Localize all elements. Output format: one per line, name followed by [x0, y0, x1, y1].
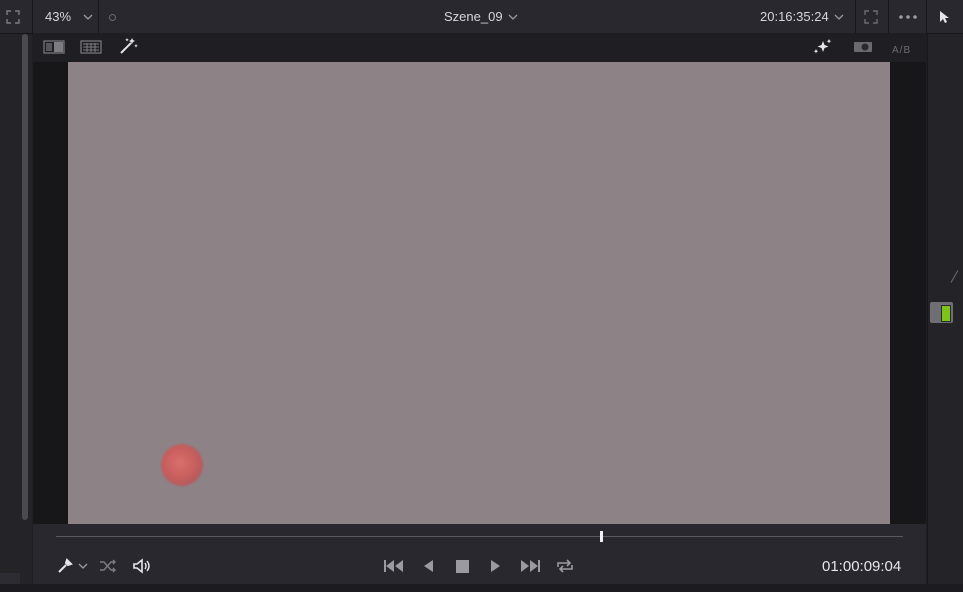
- timeline-scrubber[interactable]: [56, 536, 903, 537]
- chevron-down-icon: [834, 14, 844, 20]
- chevron-down-icon: [78, 563, 88, 569]
- color-picker-dropdown[interactable]: [54, 557, 90, 575]
- chevron-down-icon: [83, 14, 93, 20]
- divider: [98, 0, 99, 33]
- fullscreen-icon[interactable]: [862, 8, 880, 26]
- viewer-toolbar: [33, 33, 926, 61]
- bottom-edge: [0, 584, 963, 592]
- volume-icon[interactable]: [131, 557, 153, 575]
- transport-bar: [33, 524, 926, 584]
- vertical-scrollbar[interactable]: [22, 34, 28, 520]
- chevron-down-icon: [508, 14, 518, 20]
- ab-label: A/B: [892, 45, 912, 56]
- expand-icon[interactable]: [4, 8, 22, 26]
- more-options-icon[interactable]: [895, 8, 921, 26]
- divider: [888, 0, 889, 33]
- clip-name: Szene_09: [444, 9, 503, 24]
- ab-compare-toggle[interactable]: A/B: [892, 40, 916, 56]
- pointer-tool-icon[interactable]: [935, 8, 953, 26]
- gallery-grid-icon[interactable]: [80, 39, 102, 54]
- highlight-mode-icon[interactable]: [852, 39, 874, 54]
- play-reverse-icon[interactable]: [420, 557, 436, 575]
- record-timecode: 01:00:09:04: [822, 558, 902, 575]
- zoom-dropdown[interactable]: 43%: [33, 0, 99, 33]
- skip-to-end-icon[interactable]: [519, 557, 541, 575]
- divider: [855, 0, 856, 33]
- play-icon[interactable]: [488, 557, 504, 575]
- split-view-icon[interactable]: [43, 39, 65, 54]
- source-timecode-dropdown[interactable]: 20:16:35:24: [756, 0, 854, 33]
- skip-to-start-icon[interactable]: [383, 557, 405, 575]
- stop-icon[interactable]: [454, 557, 470, 575]
- source-timecode: 20:16:35:24: [760, 9, 829, 24]
- eyedropper-icon: [58, 558, 73, 573]
- shuffle-icon[interactable]: [98, 557, 118, 575]
- magic-wand-icon[interactable]: [118, 36, 140, 56]
- loop-icon[interactable]: [554, 557, 576, 575]
- sparkle-icon[interactable]: [812, 37, 834, 57]
- node-status-indicator: [941, 305, 951, 322]
- node-item[interactable]: [930, 302, 953, 323]
- red-ball-object: [161, 444, 203, 486]
- footer-accent: [0, 573, 20, 584]
- clip-name-dropdown[interactable]: Szene_09: [440, 0, 525, 33]
- zoom-value: 43%: [45, 9, 72, 24]
- playhead[interactable]: [599, 531, 603, 542]
- divider: [926, 0, 927, 33]
- dot-indicator: [109, 14, 116, 21]
